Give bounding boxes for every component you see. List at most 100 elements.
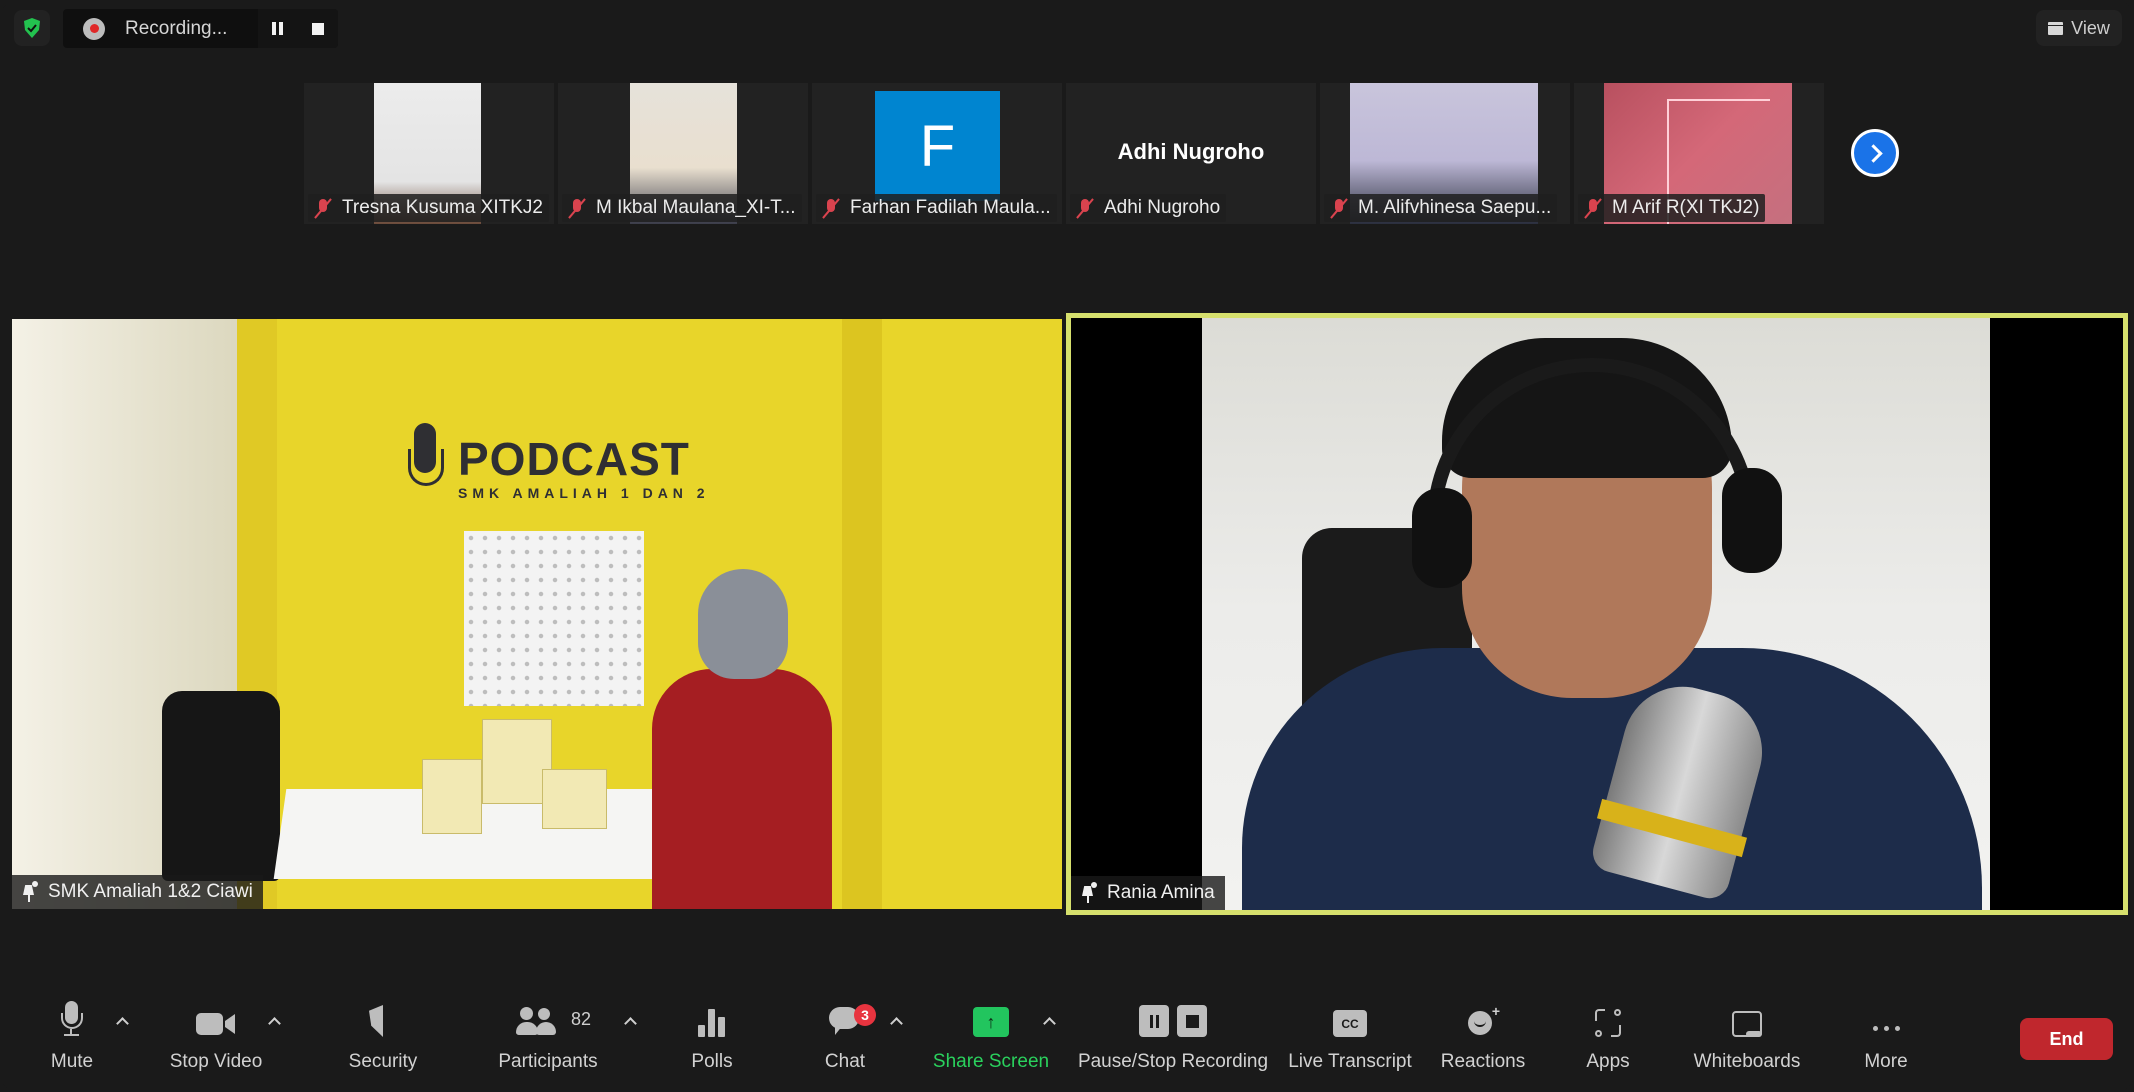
- chat-options-caret[interactable]: [890, 1015, 902, 1027]
- video-participant-name: Rania Amina: [1107, 882, 1215, 903]
- meeting-toolbar: Mute Stop Video Security 82 Participants: [0, 995, 2134, 1092]
- chat-button[interactable]: 3 Chat: [824, 995, 876, 1092]
- apps-label: Apps: [1586, 1051, 1630, 1072]
- recording-status: Recording...: [125, 17, 228, 39]
- view-button[interactable]: View: [2036, 10, 2122, 46]
- microphone-icon: [57, 1001, 87, 1037]
- scene-box: [542, 769, 607, 829]
- pause-stop-icon: [1139, 1005, 1207, 1037]
- apps-button[interactable]: Apps: [1586, 995, 1630, 1092]
- video-name-label: Rania Amina: [1071, 876, 1225, 910]
- participant-namebar: M. Alifvhinesa Saepu...: [1324, 194, 1558, 222]
- participant-tile[interactable]: Tresna Kusuma XITKJ2: [304, 83, 554, 224]
- whiteboard-icon: [1732, 1011, 1762, 1037]
- podcast-logo-title: PODCAST: [458, 433, 690, 485]
- participants-label: Participants: [498, 1051, 598, 1072]
- polls-label: Polls: [691, 1051, 733, 1072]
- participants-options-caret[interactable]: [624, 1015, 636, 1027]
- pin-icon: [1079, 882, 1097, 904]
- share-screen-button[interactable]: ↑ Share Screen: [933, 995, 1049, 1092]
- mic-muted-icon: [1582, 197, 1604, 219]
- video-feed: [1202, 318, 1990, 910]
- participant-avatar: F: [875, 91, 1000, 201]
- next-page-button[interactable]: [1851, 129, 1899, 177]
- stop-recording-icon[interactable]: [311, 22, 324, 35]
- mic-muted-icon: [312, 197, 334, 219]
- more-label: More: [1864, 1051, 1908, 1072]
- video-camera-icon: [196, 1011, 236, 1037]
- video-tile-rania-amina[interactable]: Rania Amina: [1066, 313, 2128, 915]
- mute-label: Mute: [50, 1051, 94, 1072]
- participant-thumbnail-strip: Tresna Kusuma XITKJ2 M Ikbal Maulana_XI-…: [304, 83, 1827, 224]
- participant-name: M Ikbal Maulana_XI-T...: [596, 197, 796, 218]
- participant-tile[interactable]: Adhi Nugroho Adhi Nugroho: [1066, 83, 1316, 224]
- participant-count: 82: [571, 1009, 592, 1029]
- podcast-logo: PODCAST SMK AMALIAH 1 DAN 2: [406, 423, 710, 511]
- share-options-caret[interactable]: [1043, 1015, 1055, 1027]
- scene-chair: [162, 691, 280, 881]
- chat-unread-badge: 3: [854, 1004, 876, 1026]
- participant-tile[interactable]: M Arif R(XI TKJ2): [1574, 83, 1824, 224]
- stop-video-button[interactable]: Stop Video: [168, 995, 264, 1092]
- scene-box: [422, 759, 482, 834]
- video-name-label: SMK Amaliah 1&2 Ciawi: [12, 875, 263, 909]
- participant-tile[interactable]: M Ikbal Maulana_XI-T...: [558, 83, 808, 224]
- participant-namebar: Tresna Kusuma XITKJ2: [308, 194, 549, 222]
- cc-icon: CC: [1333, 1010, 1367, 1037]
- participant-namebar: Adhi Nugroho: [1070, 194, 1227, 222]
- more-button[interactable]: More: [1862, 995, 1910, 1092]
- whiteboards-label: Whiteboards: [1693, 1051, 1801, 1072]
- shield-check-icon: [24, 18, 40, 38]
- participant-namebar: Farhan Fadilah Maula...: [816, 194, 1057, 222]
- view-label: View: [2071, 17, 2110, 38]
- podcast-logo-subtitle: SMK AMALIAH 1 DAN 2: [458, 485, 710, 501]
- participant-tile[interactable]: F Farhan Fadilah Maula...: [812, 83, 1062, 224]
- mute-button[interactable]: Mute: [46, 995, 98, 1092]
- pause-recording-icon[interactable]: [272, 22, 284, 35]
- reactions-icon: +: [1468, 1003, 1500, 1037]
- mic-muted-icon: [820, 197, 842, 219]
- video-options-caret[interactable]: [268, 1015, 280, 1027]
- polls-icon: [698, 1007, 726, 1037]
- participant-namebar: M Arif R(XI TKJ2): [1578, 194, 1766, 222]
- shield-icon: [369, 1005, 397, 1037]
- reactions-button[interactable]: + Reactions: [1440, 995, 1526, 1092]
- stop-video-label: Stop Video: [169, 1051, 263, 1072]
- mic-muted-icon: [1328, 197, 1350, 219]
- podcast-mic-icon: [406, 423, 446, 511]
- pause-stop-recording-label: Pause/Stop Recording: [1077, 1051, 1269, 1072]
- participants-button[interactable]: 82 Participants: [496, 995, 600, 1092]
- view-layout-icon: [2048, 21, 2064, 35]
- more-icon: [1872, 1026, 1900, 1037]
- pause-stop-recording-button[interactable]: Pause/Stop Recording: [1077, 995, 1269, 1092]
- mic-muted-icon: [1074, 197, 1096, 219]
- participant-name: M Arif R(XI TKJ2): [1612, 197, 1760, 218]
- video-participant-name: SMK Amaliah 1&2 Ciawi: [48, 881, 253, 902]
- participant-namebar: M Ikbal Maulana_XI-T...: [562, 194, 802, 222]
- recording-indicator: Recording...: [63, 9, 338, 48]
- security-label: Security: [348, 1051, 418, 1072]
- participant-name: Tresna Kusuma XITKJ2: [342, 197, 543, 218]
- scene-host: [652, 569, 832, 909]
- chat-label: Chat: [824, 1051, 866, 1072]
- video-tile-smk-amaliah[interactable]: PODCAST SMK AMALIAH 1 DAN 2 SMK Amaliah …: [12, 319, 1062, 909]
- whiteboards-button[interactable]: Whiteboards: [1692, 995, 1802, 1092]
- end-meeting-button[interactable]: End: [2020, 1018, 2113, 1060]
- mute-options-caret[interactable]: [116, 1015, 128, 1027]
- security-button[interactable]: Security: [346, 995, 420, 1092]
- participant-display-name: Adhi Nugroho: [1117, 139, 1265, 164]
- live-transcript-button[interactable]: CC Live Transcript: [1288, 995, 1412, 1092]
- participant-name: M. Alifvhinesa Saepu...: [1358, 197, 1552, 218]
- live-transcript-label: Live Transcript: [1288, 1051, 1412, 1072]
- security-status-button[interactable]: [14, 10, 50, 46]
- pin-icon: [20, 881, 38, 903]
- avatar-letter: F: [919, 113, 956, 179]
- participant-tile[interactable]: M. Alifvhinesa Saepu...: [1320, 83, 1570, 224]
- participant-name: Farhan Fadilah Maula...: [850, 197, 1051, 218]
- participant-name: Adhi Nugroho: [1104, 197, 1221, 218]
- reactions-label: Reactions: [1440, 1051, 1526, 1072]
- zoom-meeting-window: Recording... View Tresna Kusuma XITKJ2 M…: [0, 0, 2134, 1092]
- polls-button[interactable]: Polls: [690, 995, 734, 1092]
- apps-icon: [1595, 1009, 1621, 1037]
- recording-controls: [258, 9, 338, 48]
